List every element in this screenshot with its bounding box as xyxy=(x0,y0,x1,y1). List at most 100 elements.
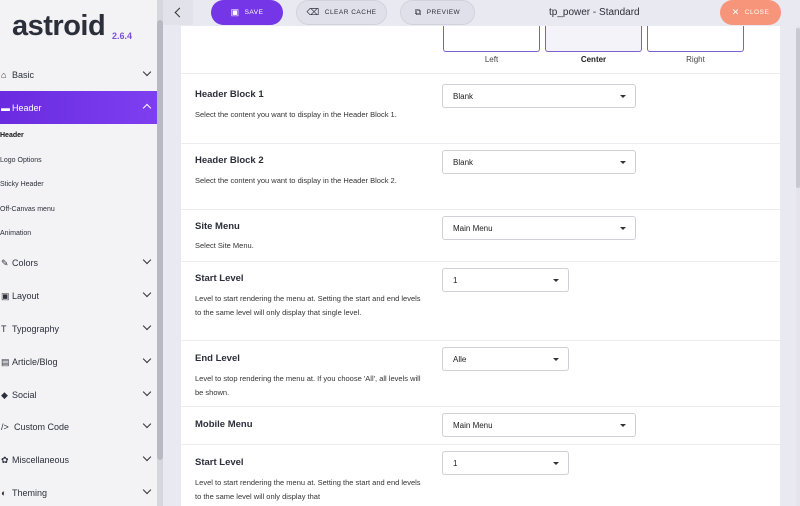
field-label: Site Menu xyxy=(195,221,240,232)
select-value: Main Menu xyxy=(453,223,493,233)
select-value: 1 xyxy=(453,458,458,468)
sidebar-sub-header[interactable]: Header xyxy=(0,132,24,139)
sidebar-item-social[interactable]: ◆ Social xyxy=(0,380,158,410)
align-right-label: Right xyxy=(686,55,705,64)
caret-down-icon xyxy=(620,424,626,427)
align-center-option[interactable] xyxy=(545,26,642,52)
save-button[interactable]: ▣ SAVE xyxy=(211,0,283,25)
align-left-label: Left xyxy=(484,55,499,64)
field-description: Level to start rendering the menu at. Se… xyxy=(195,294,421,317)
sidebar-item-label: Social xyxy=(12,390,37,400)
caret-down-icon xyxy=(553,358,559,361)
align-center-label: Center xyxy=(580,55,607,64)
sidebar-item-label: Article/Blog xyxy=(12,357,58,367)
layout-icon: ▣ xyxy=(1,290,10,301)
chevron-down-icon xyxy=(142,321,152,331)
field-description: Select Site Menu. xyxy=(195,241,254,250)
divider xyxy=(181,340,780,341)
eraser-icon: ⌫ xyxy=(306,7,320,17)
header-block-1-select[interactable]: Blank xyxy=(442,84,636,108)
clear-cache-label: CLEAR CACHE xyxy=(324,9,377,16)
header-block-2-select[interactable]: Blank xyxy=(442,150,636,174)
chevron-down-icon xyxy=(142,419,152,429)
sidebar-sub-animation[interactable]: Animation xyxy=(0,230,31,237)
select-value: Blank xyxy=(453,157,474,167)
external-link-icon: ⧉ xyxy=(414,7,422,17)
sidebar-item-custom-code[interactable]: /> Custom Code xyxy=(0,412,158,442)
divider xyxy=(181,209,780,210)
chevron-left-icon xyxy=(174,7,185,18)
field-description: Level to stop rendering the menu at. If … xyxy=(195,374,421,397)
field-label: Header Block 2 xyxy=(195,155,264,166)
preview-button[interactable]: ⧉ PREVIEW xyxy=(400,0,475,25)
sidebar-sub-logo-options[interactable]: Logo Options xyxy=(0,157,42,164)
select-value: Blank xyxy=(453,91,474,101)
end-level-select[interactable]: Alle xyxy=(442,347,569,371)
divider xyxy=(181,73,780,74)
sidebar-item-label: Layout xyxy=(12,291,40,301)
divider xyxy=(181,143,780,144)
chevron-down-icon xyxy=(142,67,152,77)
field-description: Select the content you want to display i… xyxy=(195,176,397,185)
sidebar-item-label: Colors xyxy=(12,258,39,268)
sidebar-item-colors[interactable]: ✎ Colors xyxy=(0,248,158,278)
field-description: Select the content you want to display i… xyxy=(195,110,397,119)
save-icon: ▣ xyxy=(230,7,240,17)
version-label: 2.6.4 xyxy=(112,31,133,41)
field-description: Level to start rendering the menu at. Se… xyxy=(195,478,421,501)
caret-down-icon xyxy=(553,462,559,465)
misc-icon: ✿ xyxy=(1,454,9,465)
preview-label: PREVIEW xyxy=(426,9,461,16)
chevron-down-icon xyxy=(142,288,152,298)
select-value: 1 xyxy=(453,275,458,285)
close-label: CLOSE xyxy=(744,9,770,16)
sidebar-item-label: Header xyxy=(12,102,42,113)
sidebar-item-typography[interactable]: T Typography xyxy=(0,314,158,344)
select-value: Alle xyxy=(453,354,467,364)
divider xyxy=(181,406,780,407)
typography-icon: T xyxy=(1,324,7,334)
sidebar-item-miscellaneous[interactable]: ✿ Miscellaneous xyxy=(0,445,158,475)
start-level-select[interactable]: 1 xyxy=(442,268,569,292)
field-label: End Level xyxy=(195,353,240,364)
sidebar-item-label: Custom Code xyxy=(14,422,70,432)
sidebar-item-header[interactable]: ▬ Header xyxy=(0,91,158,124)
back-button[interactable] xyxy=(163,0,193,25)
sidebar-item-basic[interactable]: ⌂ Basic xyxy=(0,60,158,90)
caret-down-icon xyxy=(620,161,626,164)
chevron-down-icon xyxy=(142,452,152,462)
caret-down-icon xyxy=(620,227,626,230)
code-icon: /> xyxy=(1,422,9,432)
clear-cache-button[interactable]: ⌫ CLEAR CACHE xyxy=(296,0,387,25)
close-button[interactable]: ✕ CLOSE xyxy=(720,0,781,25)
save-label: SAVE xyxy=(244,9,264,16)
logo: astroid xyxy=(12,10,106,42)
sidebar: astroid 2.6.4 ⌂ Basic ▬ Header Header Lo… xyxy=(0,0,158,506)
site-menu-select[interactable]: Main Menu xyxy=(442,216,636,240)
sidebar-scrollbar-thumb[interactable] xyxy=(157,20,163,460)
main-scrollbar-thumb[interactable] xyxy=(796,28,800,188)
mobile-start-level-select[interactable]: 1 xyxy=(442,451,569,475)
caret-down-icon xyxy=(620,95,626,98)
sidebar-sub-off-canvas[interactable]: Off-Canvas menu xyxy=(0,206,55,213)
divider xyxy=(181,444,780,445)
field-label: Mobile Menu xyxy=(195,419,253,430)
field-label: Start Level xyxy=(195,457,244,468)
align-right-option[interactable] xyxy=(647,26,744,52)
page-title: tp_power - Standard xyxy=(549,7,640,18)
caret-down-icon xyxy=(553,279,559,282)
mobile-menu-select[interactable]: Main Menu xyxy=(442,413,636,437)
sidebar-item-layout[interactable]: ▣ Layout xyxy=(0,281,158,311)
divider xyxy=(181,261,780,262)
theming-icon: ◐ xyxy=(1,488,7,498)
sidebar-item-theming[interactable]: ◐ Theming xyxy=(0,478,158,506)
close-icon: ✕ xyxy=(731,7,740,17)
social-icon: ◆ xyxy=(1,389,8,400)
chevron-down-icon xyxy=(142,387,152,397)
field-label: Start Level xyxy=(195,273,244,284)
sidebar-item-article-blog[interactable]: ▤ Article/Blog xyxy=(0,347,158,377)
align-left-option[interactable] xyxy=(443,26,540,52)
sidebar-sub-sticky-header[interactable]: Sticky Header xyxy=(0,181,44,188)
chevron-down-icon xyxy=(142,255,152,265)
chevron-up-icon xyxy=(142,103,152,113)
